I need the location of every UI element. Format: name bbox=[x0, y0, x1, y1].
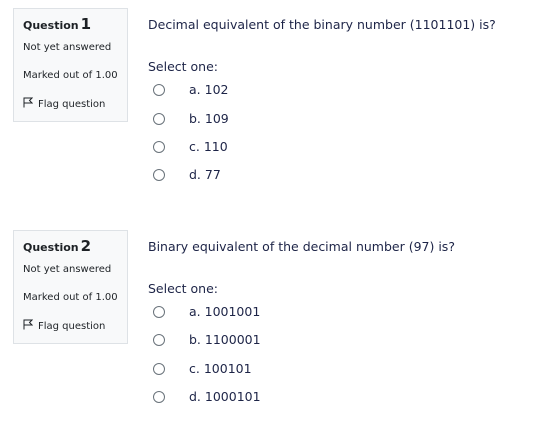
answer-option-label: a. 1001001 bbox=[189, 304, 261, 319]
radio-button[interactable] bbox=[153, 169, 165, 181]
question-label: Question bbox=[23, 241, 79, 254]
answer-option[interactable]: b. 109 bbox=[153, 111, 229, 127]
answer-option[interactable]: a. 1001001 bbox=[153, 304, 260, 320]
answer-option-label: d. 77 bbox=[189, 167, 221, 182]
answer-option-label: c. 100101 bbox=[189, 361, 252, 376]
select-one-prompt: Select one: bbox=[148, 281, 219, 296]
radio-button[interactable] bbox=[153, 391, 165, 403]
flag-question-button[interactable]: Flag question bbox=[23, 319, 105, 333]
radio-button[interactable] bbox=[153, 113, 165, 125]
question-number-value: 1 bbox=[80, 15, 92, 33]
flag-question-label: Flag question bbox=[38, 98, 106, 110]
flag-icon bbox=[23, 319, 34, 333]
radio-button[interactable] bbox=[153, 306, 165, 318]
answer-option-label: d. 1000101 bbox=[189, 389, 261, 404]
question-state: Not yet answered bbox=[23, 264, 112, 275]
flag-question-label: Flag question bbox=[38, 320, 106, 332]
answer-option-label: b. 1100001 bbox=[189, 332, 261, 347]
question-number-value: 2 bbox=[80, 237, 92, 255]
radio-button[interactable] bbox=[153, 334, 165, 346]
answer-option-label: b. 109 bbox=[189, 111, 229, 126]
question-state: Not yet answered bbox=[23, 42, 112, 53]
question-text: Binary equivalent of the decimal number … bbox=[148, 239, 455, 254]
question-label: Question bbox=[23, 19, 79, 32]
question-info-box: Question 1 Not yet answered Marked out of… bbox=[13, 8, 128, 122]
question-grade: Marked out of 1.00 bbox=[23, 70, 118, 81]
answer-option[interactable]: c. 100101 bbox=[153, 361, 252, 377]
question-number: Question 2 bbox=[23, 237, 91, 255]
answer-option-label: a. 102 bbox=[189, 82, 229, 97]
flag-question-button[interactable]: Flag question bbox=[23, 97, 105, 111]
radio-button[interactable] bbox=[153, 84, 165, 96]
question-grade: Marked out of 1.00 bbox=[23, 292, 118, 303]
select-one-prompt: Select one: bbox=[148, 59, 219, 74]
answer-option[interactable]: d. 77 bbox=[153, 167, 221, 183]
answer-option[interactable]: d. 1000101 bbox=[153, 389, 261, 405]
radio-button[interactable] bbox=[153, 363, 165, 375]
question-text: Decimal equivalent of the binary number … bbox=[148, 17, 496, 32]
answer-option[interactable]: a. 102 bbox=[153, 82, 228, 98]
radio-button[interactable] bbox=[153, 141, 165, 153]
answer-option[interactable]: b. 1100001 bbox=[153, 332, 261, 348]
question-number: Question 1 bbox=[23, 15, 91, 33]
question-info-box: Question 2 Not yet answered Marked out of… bbox=[13, 230, 128, 344]
flag-icon bbox=[23, 97, 34, 111]
answer-option-label: c. 110 bbox=[189, 139, 228, 154]
answer-option[interactable]: c. 110 bbox=[153, 139, 228, 155]
